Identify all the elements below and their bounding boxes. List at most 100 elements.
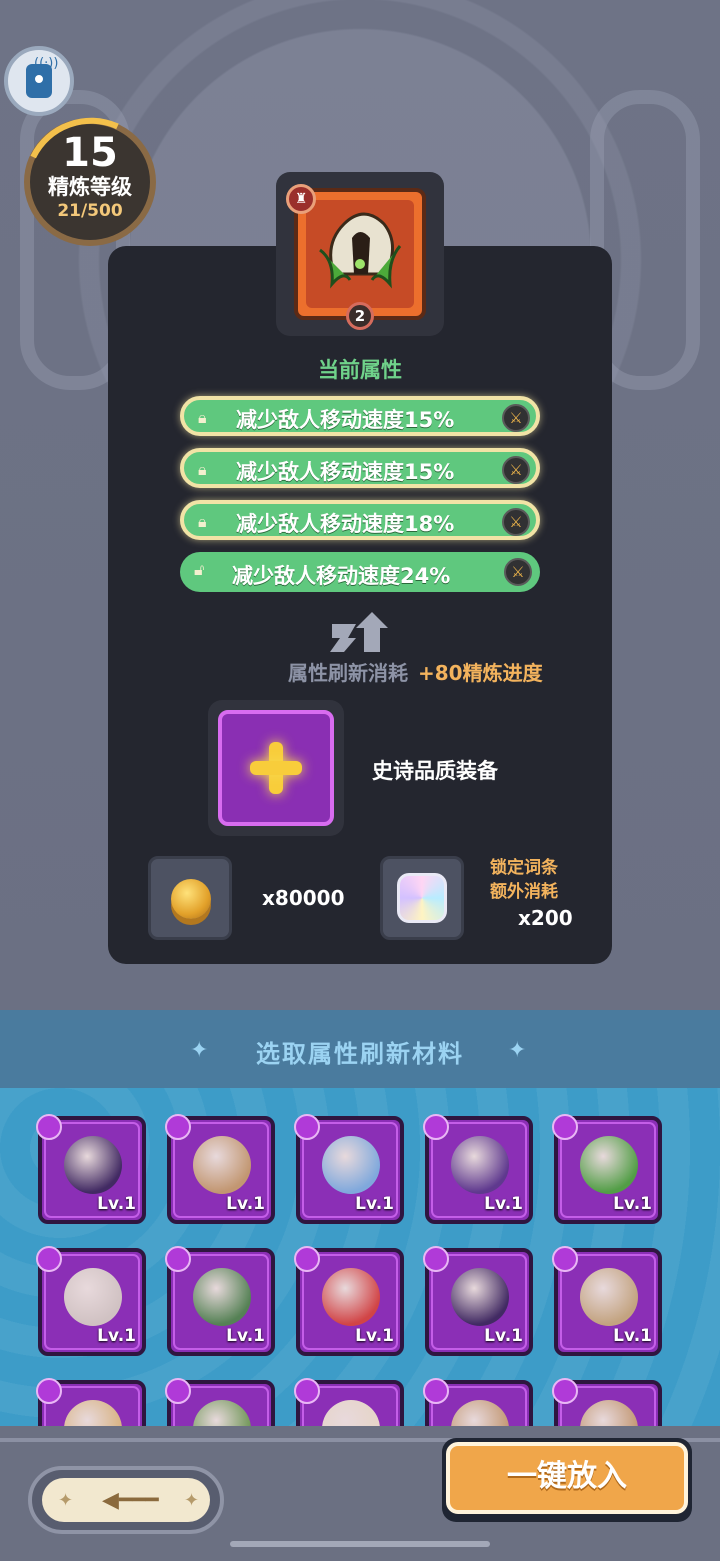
- hood-emblem-icon: [319, 212, 402, 289]
- equipment-count-badge: 2: [346, 302, 374, 330]
- current-attributes-title: 当前属性: [318, 358, 402, 382]
- item-type-icon: [423, 1114, 449, 1140]
- refresh-arrow-icon: [330, 612, 388, 652]
- item-level: Lv.1: [613, 1194, 652, 1214]
- material-item[interactable]: [552, 1378, 662, 1426]
- plus-icon: [250, 742, 302, 794]
- item-type-icon: [552, 1114, 578, 1140]
- material-item[interactable]: Lv.1: [36, 1114, 146, 1224]
- gem-cost-box: [380, 856, 464, 940]
- material-item[interactable]: [423, 1378, 533, 1426]
- refine-level-badge: 15 精炼等级 21/500: [6, 99, 174, 265]
- attribute-text: 减少敌人移动速度15%: [236, 408, 455, 432]
- gem-icon: [397, 873, 447, 923]
- lock-cost-label: 锁定词条 额外消耗: [490, 856, 558, 904]
- item-art-icon: [451, 1268, 509, 1326]
- item-type-icon: [294, 1246, 320, 1272]
- item-level: Lv.1: [484, 1326, 523, 1346]
- item-level: Lv.1: [355, 1194, 394, 1214]
- attribute-row[interactable]: 🔒︎ 减少敌人移动速度15% ⚔: [180, 448, 540, 488]
- refresh-cost-line: 属性刷新消耗 +80精炼进度: [288, 657, 543, 686]
- material-item[interactable]: Lv.1: [165, 1246, 275, 1356]
- back-button[interactable]: ✦ ◀━━━ ✦: [28, 1466, 224, 1534]
- refresh-cost-bonus: +80精炼进度: [418, 661, 543, 685]
- lock-cost-line1: 锁定词条: [490, 858, 558, 878]
- material-item[interactable]: [294, 1378, 404, 1426]
- item-type-icon: [165, 1114, 191, 1140]
- item-art-icon: [193, 1268, 251, 1326]
- connection-button[interactable]: ((·)): [4, 46, 74, 116]
- item-art-icon: [580, 1136, 638, 1194]
- put-all-button[interactable]: 一键放入: [446, 1442, 688, 1514]
- item-art-icon: [322, 1268, 380, 1326]
- item-art-icon: [64, 1136, 122, 1194]
- item-level: Lv.1: [613, 1326, 652, 1346]
- material-item[interactable]: Lv.1: [36, 1246, 146, 1356]
- item-level: Lv.1: [355, 1326, 394, 1346]
- attribute-row[interactable]: 🔓︎ 减少敌人移动速度24% ⚔: [180, 552, 540, 592]
- current-equipment-slot[interactable]: [294, 188, 426, 320]
- back-arrow-icon: ◀━━━: [102, 1488, 159, 1513]
- item-type-icon: [36, 1378, 62, 1404]
- home-indicator: [230, 1541, 490, 1547]
- lock-icon[interactable]: 🔒︎: [198, 460, 218, 480]
- material-item[interactable]: Lv.1: [423, 1114, 533, 1224]
- item-level: Lv.1: [484, 1194, 523, 1214]
- item-art-icon: [451, 1136, 509, 1194]
- sword-icon: ⚔: [502, 456, 530, 484]
- material-item[interactable]: [165, 1378, 275, 1426]
- material-item[interactable]: Lv.1: [294, 1246, 404, 1356]
- armor-type-icon: ♜: [286, 184, 316, 214]
- item-art-icon: [193, 1136, 251, 1194]
- item-art-icon: [64, 1268, 122, 1326]
- sparkle-icon: ✦: [184, 1490, 200, 1511]
- camera-icon: [26, 64, 52, 98]
- item-type-icon: [423, 1378, 449, 1404]
- sparkle-icon: ✦: [58, 1490, 74, 1511]
- item-type-icon: [165, 1246, 191, 1272]
- material-item[interactable]: Lv.1: [552, 1114, 662, 1224]
- item-type-icon: [552, 1246, 578, 1272]
- material-label: 史诗品质装备: [372, 759, 498, 783]
- lock-icon[interactable]: 🔒︎: [198, 408, 218, 428]
- coin-icon: [171, 879, 211, 919]
- material-grid: Lv.1 Lv.1 Lv.1 Lv.1 Lv.1 Lv.1 Lv.1 Lv.1 Lv.1 Lv.1: [0, 1088, 720, 1426]
- item-type-icon: [423, 1246, 449, 1272]
- select-materials-title: 选取属性刷新材料: [256, 1040, 464, 1068]
- item-type-icon: [36, 1114, 62, 1140]
- coin-cost-box: [148, 856, 232, 940]
- unlock-icon[interactable]: 🔓︎: [194, 560, 214, 580]
- back-button-inner: ✦ ◀━━━ ✦: [42, 1478, 210, 1522]
- item-type-icon: [36, 1246, 62, 1272]
- item-level: Lv.1: [97, 1326, 136, 1346]
- lock-cost-line2: 额外消耗: [490, 882, 558, 902]
- material-item[interactable]: Lv.1: [552, 1246, 662, 1356]
- coin-amount: x80000: [262, 886, 345, 910]
- attribute-text: 减少敌人移动速度24%: [232, 564, 451, 588]
- refresh-cost-label: 属性刷新消耗: [288, 661, 408, 685]
- right-ornament-icon: ✦: [508, 1038, 527, 1063]
- material-item[interactable]: Lv.1: [165, 1114, 275, 1224]
- put-all-button-frame: 一键放入: [442, 1438, 692, 1522]
- sword-icon: ⚔: [502, 404, 530, 432]
- item-type-icon: [165, 1378, 191, 1404]
- item-art-icon: [580, 1268, 638, 1326]
- attribute-text: 减少敌人移动速度15%: [236, 460, 455, 484]
- lock-icon[interactable]: 🔒︎: [198, 512, 218, 532]
- item-level: Lv.1: [226, 1194, 265, 1214]
- select-materials-header: ✦ 选取属性刷新材料 ✦: [0, 1010, 720, 1088]
- material-slot[interactable]: [218, 710, 334, 826]
- item-type-icon: [552, 1378, 578, 1404]
- attribute-row[interactable]: 🔒︎ 减少敌人移动速度15% ⚔: [180, 396, 540, 436]
- item-art-icon: [322, 1136, 380, 1194]
- material-item[interactable]: Lv.1: [423, 1246, 533, 1356]
- material-item[interactable]: Lv.1: [294, 1114, 404, 1224]
- item-type-icon: [294, 1378, 320, 1404]
- item-level: Lv.1: [226, 1326, 265, 1346]
- item-level: Lv.1: [97, 1194, 136, 1214]
- sword-icon: ⚔: [504, 558, 532, 586]
- material-item[interactable]: [36, 1378, 146, 1426]
- attribute-text: 减少敌人移动速度18%: [236, 512, 455, 536]
- attribute-row[interactable]: 🔒︎ 减少敌人移动速度18% ⚔: [180, 500, 540, 540]
- lock-cost-amount: x200: [518, 906, 573, 930]
